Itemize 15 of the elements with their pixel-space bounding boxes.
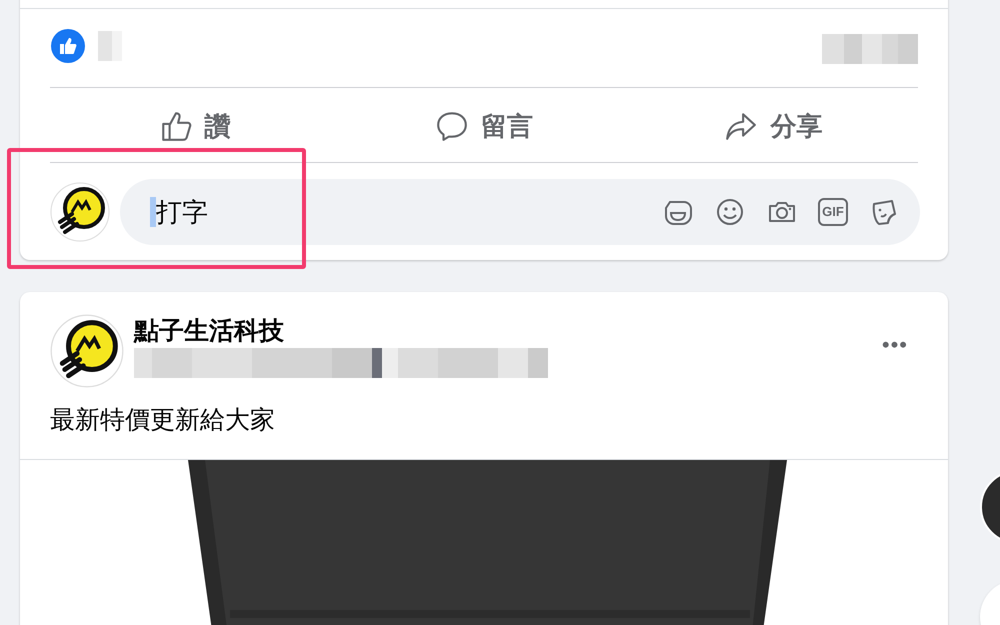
page-name[interactable]: 點子生活科技	[134, 314, 548, 348]
like-reaction-icon	[50, 28, 86, 64]
blurred-reaction-names	[98, 31, 122, 61]
post-text: 最新特價更新給大家	[50, 405, 275, 436]
comment-button[interactable]: 留言	[339, 93, 629, 159]
speech-bubble-icon	[434, 109, 469, 143]
gif-button[interactable]: GIF	[818, 198, 848, 226]
lightbulb-avatar-icon	[50, 182, 110, 242]
comment-input-field[interactable]: 打字 GIF	[120, 179, 920, 245]
like-button[interactable]: 讚	[50, 93, 340, 159]
more-options-button[interactable]: •••	[882, 328, 908, 361]
text-cursor	[150, 197, 156, 227]
share-button[interactable]: 分享	[628, 93, 918, 159]
smiley-icon[interactable]	[714, 196, 746, 228]
lightbulb-avatar-icon	[50, 314, 124, 388]
